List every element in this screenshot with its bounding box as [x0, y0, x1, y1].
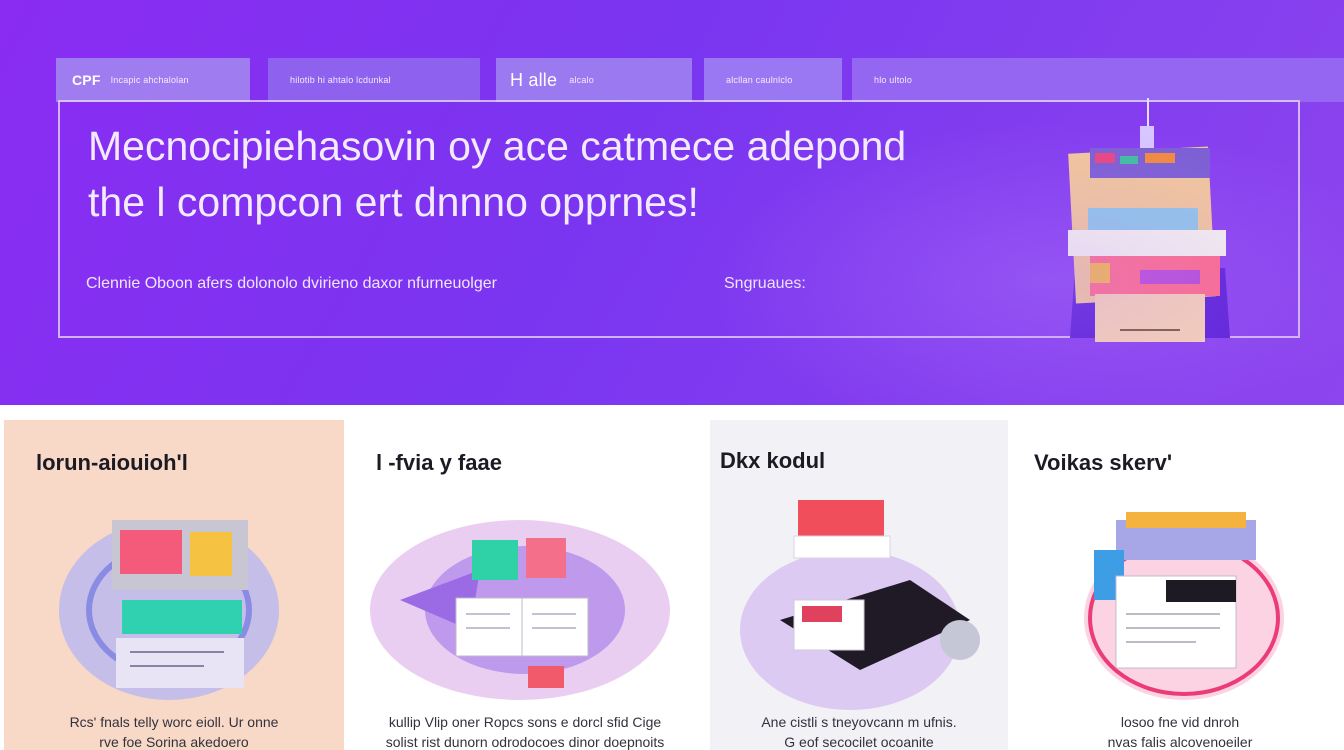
hero-banner: CPF Incapic ahchalolan hilotib hi ahtalo…	[0, 0, 1344, 405]
card-description: kullip Vlip oner Ropcs sons e dorcl sfid…	[360, 712, 690, 750]
nav-tab-home[interactable]: CPF Incapic ahchalolan	[56, 58, 250, 102]
nav-tab-title: H alle	[510, 69, 558, 90]
card-desc-line: rve foe Sorina akedoero	[99, 734, 249, 750]
feature-card-2[interactable]: l -fvia y faae kullip Vlip oner Ropcs so…	[360, 420, 690, 750]
card-description: Rcs' fnals telly worc eioll. Ur onne rve…	[4, 712, 344, 750]
nav-tab-4[interactable]: alcllan caulnlclo	[704, 58, 842, 102]
card-illustration	[370, 520, 670, 700]
card-desc-line: losoo fne vid dnroh	[1120, 714, 1240, 730]
feature-card-3[interactable]: Dkx kodul Ane cistli s tneyovcann m ufni…	[710, 420, 1008, 750]
card-desc-line: G eof secocilet ocoanite	[784, 734, 934, 750]
headline-line-2: the l compcon ert dnnno opprnes!	[88, 179, 699, 225]
nav-tab-label: Incapic ahchalolan	[110, 75, 189, 85]
card-title: Dkx kodul	[720, 448, 826, 473]
hero-illustration	[1068, 98, 1230, 342]
card-illustration	[1084, 512, 1284, 700]
nav-tab-label: alcalo	[569, 75, 594, 85]
nav-tab-2[interactable]: hilotib hi ahtalo lcdunkal	[268, 58, 480, 102]
hero-signature: Sngruaues:	[724, 275, 806, 292]
card-description: Ane cistli s tneyovcann m ufnis. G eof s…	[710, 712, 1008, 750]
headline-line-1: Mecnocipiehasovin oy ace catmece adepond	[88, 123, 907, 169]
card-title: l -fvia y faae	[376, 450, 502, 475]
brand-logo: CPF	[72, 72, 101, 88]
card-illustration	[740, 500, 980, 710]
card-desc-line: Rcs' fnals telly worc eioll. Ur onne	[69, 714, 279, 730]
nav-tab-label: hilotib hi ahtalo lcdunkal	[290, 75, 391, 85]
nav-tab-3[interactable]: H alle alcalo	[496, 58, 692, 102]
top-navigation: CPF Incapic ahchalolan hilotib hi ahtalo…	[56, 58, 1344, 102]
card-desc-line: solist rist dunorn odrodocoes dinor doep…	[385, 734, 665, 750]
nav-tab-label: hlo ultolo	[874, 75, 913, 85]
nav-tab-5[interactable]: hlo ultolo	[852, 58, 1344, 102]
card-illustration	[59, 520, 279, 700]
feature-card-1[interactable]: lorun-aiouioh'l Rcs' fnals telly worc ei…	[4, 420, 344, 750]
card-description: losoo fne vid dnroh nvas falis alcovenoe…	[1016, 712, 1344, 750]
hero-headline: Mecnocipiehasovin oy ace catmece adepond…	[88, 118, 988, 230]
nav-tab-label: alcllan caulnlclo	[726, 75, 793, 85]
card-desc-line: Ane cistli s tneyovcann m ufnis.	[761, 714, 957, 730]
card-desc-line: nvas falis alcovenoeiler	[1107, 734, 1253, 750]
feature-card-4[interactable]: Voikas skerv' losoo fne vid dnroh nvas f…	[1016, 420, 1344, 750]
hero-subline: Clennie Oboon afers dolonolo dvirieno da…	[86, 275, 497, 292]
card-title: Voikas skerv'	[1034, 450, 1173, 475]
card-desc-line: kullip Vlip oner Ropcs sons e dorcl sfid…	[388, 714, 662, 730]
card-title: lorun-aiouioh'l	[36, 450, 188, 475]
